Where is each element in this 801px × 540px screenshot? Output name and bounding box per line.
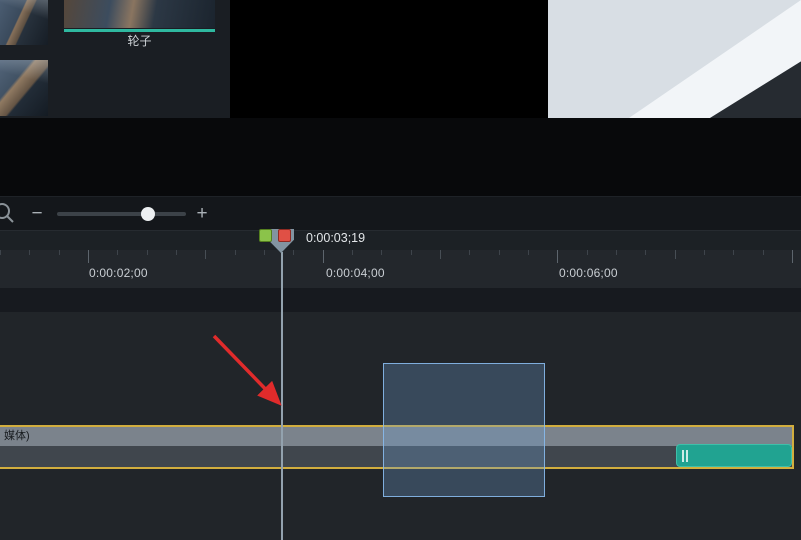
zoom-slider-track[interactable] (57, 212, 186, 216)
ruler-label: 0:00:06;00 (559, 266, 618, 280)
clip-grip-icon (686, 450, 688, 462)
magnifier-icon[interactable] (0, 200, 17, 226)
selection-out-handle[interactable] (278, 229, 291, 242)
ruler-tick (615, 250, 617, 255)
ruler-tick (586, 250, 588, 255)
ruler-tick (0, 250, 1, 255)
zoom-out-button[interactable]: − (28, 203, 46, 225)
zoom-in-button[interactable]: + (193, 203, 211, 225)
ruler-tick (439, 250, 441, 259)
selection-rectangle (383, 363, 545, 497)
ruler-tick (293, 250, 295, 255)
ruler-tick (498, 250, 500, 255)
ruler-tick (234, 250, 236, 255)
playhead-line[interactable] (281, 252, 283, 540)
zoom-slider-thumb[interactable] (141, 207, 155, 221)
selected-media-indicator (64, 29, 215, 32)
ruler-tick (733, 250, 735, 255)
video-editor-window: 轮子 ‹ › − + (0, 0, 801, 540)
ruler-tick (674, 250, 676, 259)
ruler-tick (263, 250, 265, 255)
ruler-tick (175, 250, 177, 255)
ruler-tick (703, 250, 705, 255)
ruler-label: 0:00:04;00 (326, 266, 385, 280)
ruler-tick (410, 250, 412, 255)
ruler-tick (557, 250, 559, 263)
ruler-tick (205, 250, 207, 259)
ruler-tick (87, 250, 89, 263)
ruler-tick (117, 250, 119, 255)
timeline-header[interactable] (0, 230, 801, 251)
selection-in-handle[interactable] (259, 229, 272, 242)
ruler-tick (351, 250, 353, 255)
ruler-tick (29, 250, 31, 255)
ruler-tick (322, 250, 324, 263)
preview-letterbox (230, 0, 548, 118)
timeline-zoom-bar: − + (0, 196, 801, 231)
clip-grip-icon (682, 450, 684, 462)
media-thumbnail[interactable] (0, 0, 48, 45)
media-thumbnail-wheel[interactable] (64, 0, 215, 28)
ruler-tick (762, 250, 764, 255)
timeline-ruler[interactable]: 0:00:02;00 0:00:04;00 0:00:06;00 (0, 250, 801, 288)
media-bin: 轮子 (0, 0, 231, 118)
ruler-label: 0:00:02;00 (89, 266, 148, 280)
ruler-tick (381, 250, 383, 255)
collapsed-track-strip (0, 288, 801, 313)
ruler-tick (146, 250, 148, 255)
media-thumbnail[interactable] (0, 60, 48, 116)
canvas-preview[interactable] (548, 0, 801, 118)
ruler-tick (469, 250, 471, 255)
ruler-tick (645, 250, 647, 255)
media-item-label: 轮子 (127, 34, 152, 48)
ruler-tick (791, 250, 793, 263)
ruler-tick (527, 250, 529, 255)
teal-clip-segment[interactable] (676, 444, 792, 467)
playback-controls-bar: ‹ › (0, 118, 801, 301)
playhead-timestamp: 0:00:03;19 (306, 231, 366, 245)
ruler-tick (58, 250, 60, 255)
